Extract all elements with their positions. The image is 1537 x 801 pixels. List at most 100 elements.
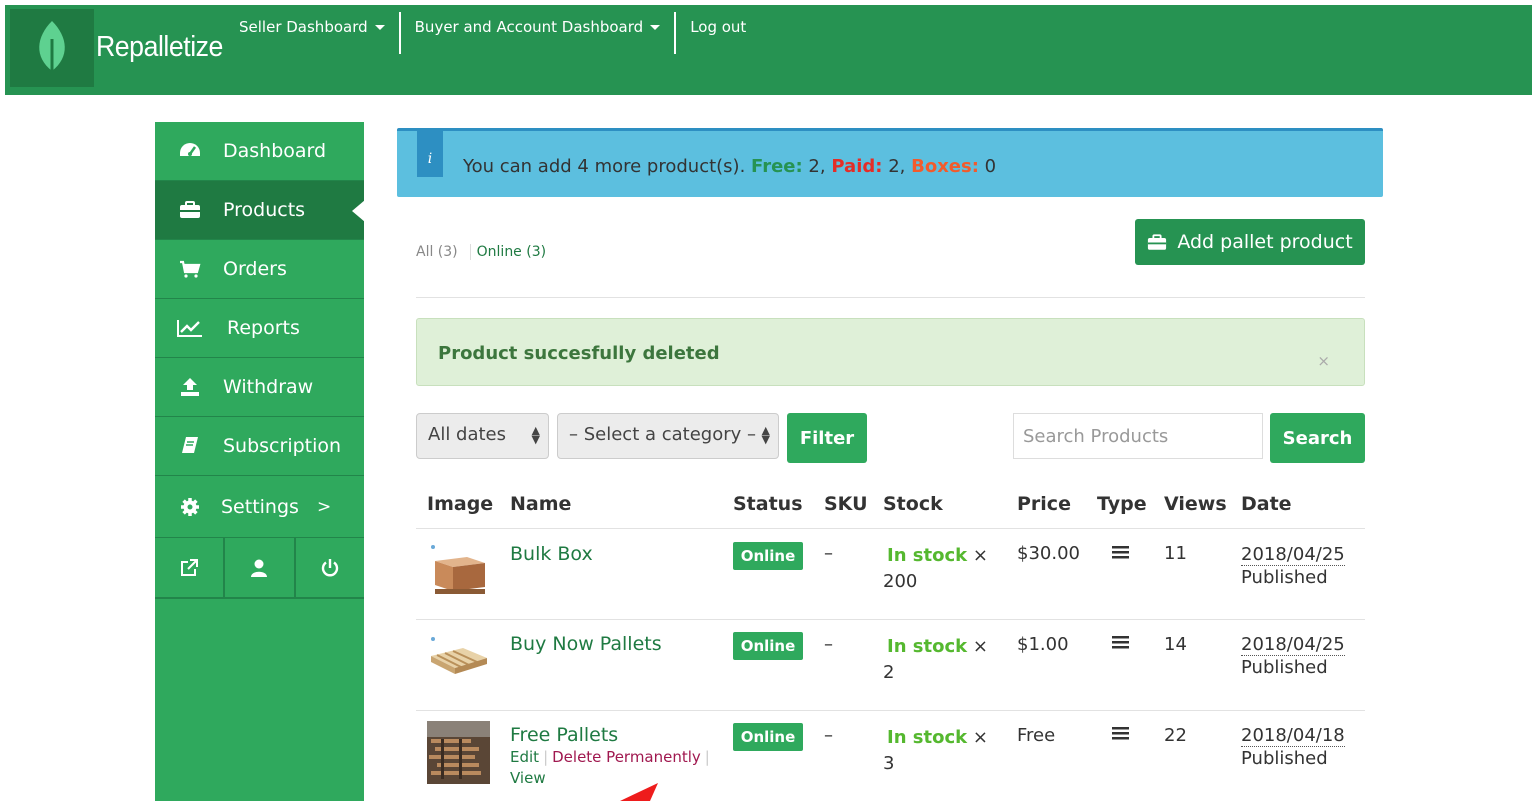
nav-divider — [674, 12, 677, 54]
publish-state: Published — [1241, 567, 1328, 588]
external-link-button[interactable] — [155, 538, 226, 597]
logout-button[interactable] — [296, 538, 364, 597]
column-header-name[interactable]: Name — [510, 493, 571, 515]
upload-icon — [177, 377, 203, 397]
views-value: 22 — [1164, 725, 1187, 746]
date-value: 2018/04/25 — [1241, 544, 1345, 566]
info-prefix: You can add 4 more product(s). — [463, 156, 746, 177]
buyer-dashboard-label: Buyer and Account Dashboard — [414, 18, 644, 36]
edit-link[interactable]: Edit — [510, 748, 539, 766]
gear-icon — [177, 497, 203, 517]
sidebar-item-orders[interactable]: Orders — [155, 240, 364, 299]
price-value: $30.00 — [1017, 543, 1080, 564]
paid-label: Paid: — [831, 156, 883, 177]
brand-name[interactable]: Repalletize — [96, 31, 223, 64]
success-alert: Product succesfully deleted × — [416, 318, 1365, 386]
cart-icon — [177, 260, 203, 278]
box-image-icon — [427, 539, 490, 602]
sidebar-item-withdraw[interactable]: Withdraw — [155, 358, 364, 417]
action-separator: | — [543, 748, 549, 766]
row-actions: Edit | Delete Permanently | View — [510, 747, 720, 789]
chevron-right-icon: > — [316, 496, 332, 517]
sku-value: – — [824, 543, 833, 564]
column-header-status: Status — [733, 493, 803, 515]
menu-lines-icon — [1112, 543, 1129, 564]
buyer-account-dashboard-menu[interactable]: Buyer and Account Dashboard — [415, 18, 675, 40]
seller-dashboard-menu[interactable]: Seller Dashboard — [239, 18, 399, 40]
product-thumbnail-bulk-box[interactable] — [427, 539, 490, 602]
column-header-views: Views — [1164, 493, 1227, 515]
add-pallet-product-button[interactable]: Add pallet product — [1135, 219, 1365, 265]
stock-times: × — [972, 545, 988, 566]
sidebar-item-label: Settings — [221, 495, 299, 518]
menu-lines-icon — [1112, 724, 1129, 745]
category-filter-select[interactable]: – Select a category – ▲ ▼ — [557, 413, 779, 459]
stock-status: In stock — [887, 727, 968, 748]
tachometer-icon — [177, 142, 203, 160]
leaf-icon — [39, 21, 65, 81]
briefcase-icon — [1148, 233, 1167, 250]
sidebar-item-settings[interactable]: Settings > — [155, 476, 364, 538]
search-button[interactable]: Search — [1270, 413, 1365, 463]
stock-cell: In stock × 2 — [883, 634, 988, 686]
sidebar-item-products[interactable]: Products — [155, 181, 365, 240]
stock-times: × — [972, 636, 988, 657]
column-header-price[interactable]: Price — [1017, 493, 1071, 515]
product-name-link[interactable]: Free Pallets — [510, 724, 618, 746]
logo[interactable] — [10, 9, 94, 87]
product-name-link[interactable]: Buy Now Pallets — [510, 633, 662, 655]
column-header-sku[interactable]: SKU — [824, 493, 868, 515]
date-cell: 2018/04/25 Published — [1241, 633, 1345, 679]
sku-value: – — [824, 725, 833, 746]
status-badge: Online — [733, 723, 803, 751]
publish-state: Published — [1241, 657, 1328, 678]
column-header-image: Image — [427, 493, 494, 515]
close-icon[interactable]: × — [1317, 352, 1330, 370]
search-input[interactable]: Search Products — [1013, 413, 1263, 459]
view-link[interactable]: View — [510, 769, 546, 787]
stock-cell: In stock × 200 — [883, 543, 988, 595]
sku-value: – — [824, 634, 833, 655]
stock-quantity: 2 — [883, 662, 895, 683]
date-cell: 2018/04/18 Published — [1241, 724, 1345, 770]
date-filter-select[interactable]: All dates ▲ ▼ — [416, 413, 549, 459]
free-value: 2, — [808, 156, 826, 177]
select-arrows-icon: ▲ ▼ — [761, 424, 770, 446]
views-value: 11 — [1164, 543, 1187, 564]
sidebar-item-label: Reports — [227, 317, 300, 339]
product-thumbnail-free-pallets[interactable] — [427, 721, 490, 784]
action-separator: | — [704, 748, 710, 766]
sidebar: Dashboard Products Orders Reports Withdr… — [155, 122, 365, 801]
stock-status: In stock — [887, 636, 968, 657]
status-filter-tabs: All (3) Online (3) — [416, 244, 546, 260]
row-divider — [416, 619, 1365, 620]
column-header-date[interactable]: Date — [1241, 493, 1292, 515]
sidebar-item-reports[interactable]: Reports — [155, 299, 364, 358]
stock-quantity: 3 — [883, 753, 895, 774]
stock-times: × — [972, 727, 988, 748]
briefcase-icon — [177, 201, 203, 219]
date-filter-value: All dates — [428, 424, 507, 445]
logout-link[interactable]: Log out — [690, 18, 760, 40]
product-thumbnail-buy-now-pallets[interactable] — [427, 630, 490, 693]
tab-all[interactable]: All (3) — [416, 244, 458, 260]
profile-button[interactable] — [225, 538, 296, 597]
publish-state: Published — [1241, 748, 1328, 769]
tab-online[interactable]: Online (3) — [469, 244, 546, 260]
product-name-link[interactable]: Bulk Box — [510, 543, 593, 565]
external-link-icon — [181, 558, 199, 576]
date-cell: 2018/04/25 Published — [1241, 543, 1345, 589]
nav-divider — [398, 12, 401, 54]
pallet-stack-image-icon — [427, 721, 490, 784]
seller-dashboard-label: Seller Dashboard — [239, 18, 368, 36]
stock-status: In stock — [887, 545, 968, 566]
sidebar-item-dashboard[interactable]: Dashboard — [155, 122, 364, 181]
filter-button[interactable]: Filter — [787, 413, 867, 463]
boxes-label: Boxes: — [911, 156, 979, 177]
delete-permanently-link[interactable]: Delete Permanently — [552, 748, 701, 766]
sidebar-item-subscription[interactable]: Subscription — [155, 417, 364, 476]
column-header-stock: Stock — [883, 493, 943, 515]
success-message: Product succesfully deleted — [438, 343, 720, 364]
status-badge: Online — [733, 542, 803, 570]
price-value: Free — [1017, 725, 1056, 746]
